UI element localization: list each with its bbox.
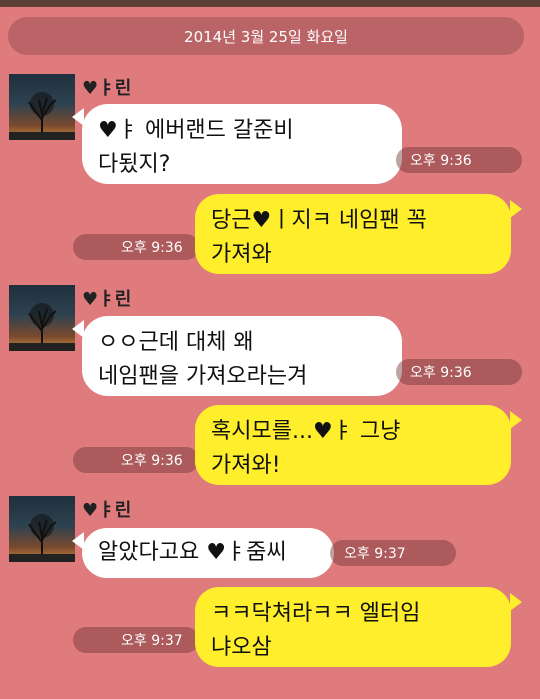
- contact-avatar[interactable]: [9, 74, 75, 140]
- incoming-message[interactable]: ♥ㅑ 에버랜드 갈준비 다됬지?: [82, 104, 402, 184]
- contact-name: ♥ㅑ린: [82, 289, 132, 310]
- contact-name: ♥ㅑ린: [82, 78, 132, 99]
- message-time: 오후 9:36: [73, 447, 199, 473]
- outgoing-message[interactable]: 당근♥ㅣ지ㅋ 네임팬 꼭 가져와: [195, 194, 511, 274]
- date-divider: 2014년 3월 25일 화요일: [8, 17, 524, 55]
- bubble-tail: [510, 411, 522, 429]
- incoming-message[interactable]: ㅇㅇ근데 대체 왜 네임팬을 가져오라는겨: [82, 316, 402, 396]
- outgoing-message[interactable]: ㅋㅋ닥쳐라ㅋㅋ 엘터임 냐오삼: [195, 587, 511, 667]
- incoming-message[interactable]: 알았다고요 ♥ㅑ줌씨: [82, 528, 334, 578]
- top-status-strip: [0, 0, 540, 7]
- outgoing-message[interactable]: 혹시모를...♥ㅑ 그냥 가져와!: [195, 405, 511, 485]
- contact-name: ♥ㅑ린: [82, 500, 132, 521]
- contact-avatar[interactable]: [9, 285, 75, 351]
- contact-avatar[interactable]: [9, 496, 75, 562]
- message-time: 오후 9:36: [396, 147, 522, 173]
- message-time: 오후 9:36: [396, 359, 522, 385]
- message-time: 오후 9:36: [73, 234, 199, 260]
- bubble-tail: [510, 593, 522, 611]
- message-time: 오후 9:37: [330, 540, 456, 566]
- bubble-tail: [510, 200, 522, 218]
- message-time: 오후 9:37: [73, 627, 199, 653]
